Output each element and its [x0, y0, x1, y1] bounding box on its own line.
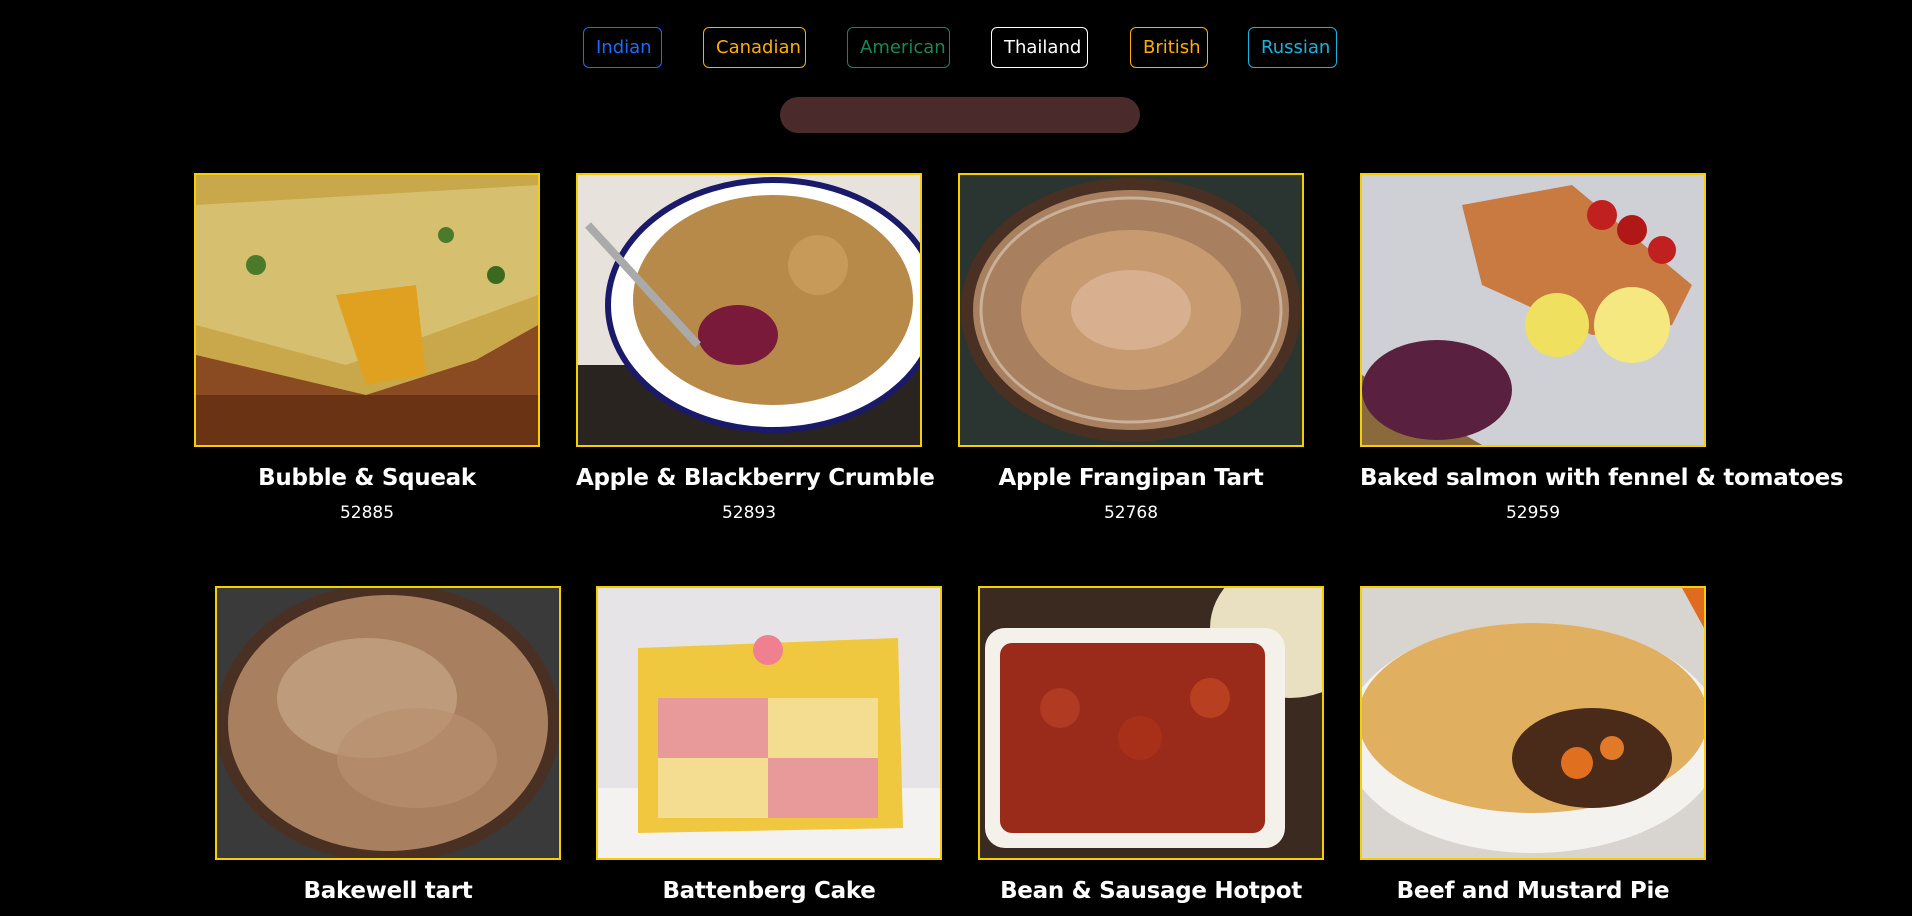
meal-image-bubble-squeak[interactable] — [194, 173, 540, 447]
filter-button-canadian[interactable]: Canadian — [703, 27, 806, 68]
meal-title: Apple & Blackberry Crumble — [576, 465, 935, 491]
meal-id: 52959 — [1505, 503, 1561, 523]
filter-button-thailand[interactable]: Thailand — [991, 27, 1088, 68]
meal-id: 52893 — [721, 503, 777, 523]
meal-card[interactable]: Apple Frangipan Tart 52768 — [958, 173, 1304, 523]
meal-image-bakewell-tart[interactable] — [215, 586, 561, 860]
search-input[interactable] — [780, 97, 1140, 133]
meal-image-beef-mustard-pie[interactable] — [1360, 586, 1706, 860]
meal-image-bean-sausage-hotpot[interactable] — [978, 586, 1324, 860]
meal-title: Bakewell tart — [303, 878, 473, 904]
meal-image-baked-salmon[interactable] — [1360, 173, 1706, 447]
cuisine-filter-bar: Indian Canadian American Thailand Britis… — [0, 27, 1912, 70]
meal-title: Bubble & Squeak — [258, 465, 476, 491]
meal-image-apple-blackberry-crumble[interactable] — [576, 173, 922, 447]
meal-title: Beef and Mustard Pie — [1396, 878, 1670, 904]
meal-card[interactable]: Beef and Mustard Pie — [1360, 586, 1706, 916]
meal-card[interactable]: Bakewell tart — [215, 586, 561, 916]
meal-card[interactable]: Baked salmon with fennel & tomatoes 5295… — [1360, 173, 1844, 523]
meal-card[interactable]: Bean & Sausage Hotpot — [978, 586, 1324, 916]
meal-title: Baked salmon with fennel & tomatoes — [1360, 465, 1844, 491]
meal-image-apple-frangipan-tart[interactable] — [958, 173, 1304, 447]
meal-card[interactable]: Battenberg Cake — [596, 586, 942, 916]
meal-id: 52885 — [339, 503, 395, 523]
meal-id: 52768 — [1103, 503, 1159, 523]
filter-button-british[interactable]: British — [1130, 27, 1208, 68]
meal-card[interactable]: Apple & Blackberry Crumble 52893 — [576, 173, 935, 523]
meal-title: Apple Frangipan Tart — [998, 465, 1264, 491]
meal-card[interactable]: Bubble & Squeak 52885 — [194, 173, 540, 523]
filter-button-russian[interactable]: Russian — [1248, 27, 1337, 68]
filter-button-indian[interactable]: Indian — [583, 27, 662, 68]
meal-title: Bean & Sausage Hotpot — [1000, 878, 1302, 904]
meal-title: Battenberg Cake — [662, 878, 876, 904]
meal-image-battenberg-cake[interactable] — [596, 586, 942, 860]
filter-button-american[interactable]: American — [847, 27, 950, 68]
